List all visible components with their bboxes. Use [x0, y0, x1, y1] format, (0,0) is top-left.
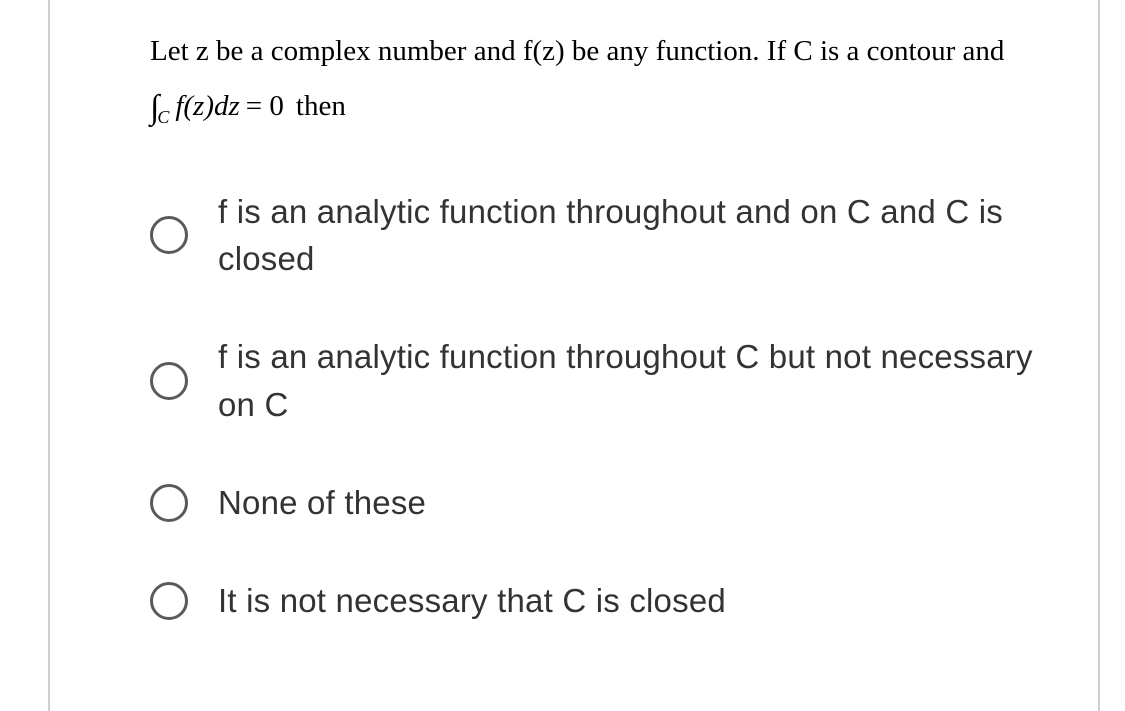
radio-icon — [150, 484, 188, 522]
radio-icon — [150, 362, 188, 400]
option-label: f is an analytic function throughout C b… — [218, 333, 1038, 429]
integral-function: f(z)dz — [175, 85, 239, 129]
radio-icon — [150, 582, 188, 620]
option-2[interactable]: f is an analytic function throughout C b… — [150, 333, 1038, 429]
integral-subscript: C — [157, 104, 169, 131]
then-text: then — [296, 85, 346, 129]
integral-expression: ∫ C f(z)dz = 0 — [150, 82, 290, 133]
options-list: f is an analytic function throughout and… — [150, 188, 1038, 625]
equals-zero: = 0 — [246, 85, 284, 129]
option-1[interactable]: f is an analytic function throughout and… — [150, 188, 1038, 284]
option-label: It is not necessary that C is closed — [218, 577, 726, 625]
option-4[interactable]: It is not necessary that C is closed — [150, 577, 1038, 625]
question-container: Let z be a complex number and f(z) be an… — [48, 0, 1100, 711]
question-line-2: ∫ C f(z)dz = 0 then — [150, 82, 1038, 133]
question-line-1: Let z be a complex number and f(z) be an… — [150, 30, 1038, 74]
radio-icon — [150, 216, 188, 254]
option-label: None of these — [218, 479, 426, 527]
option-3[interactable]: None of these — [150, 479, 1038, 527]
question-prompt: Let z be a complex number and f(z) be an… — [150, 30, 1038, 133]
option-label: f is an analytic function throughout and… — [218, 188, 1038, 284]
